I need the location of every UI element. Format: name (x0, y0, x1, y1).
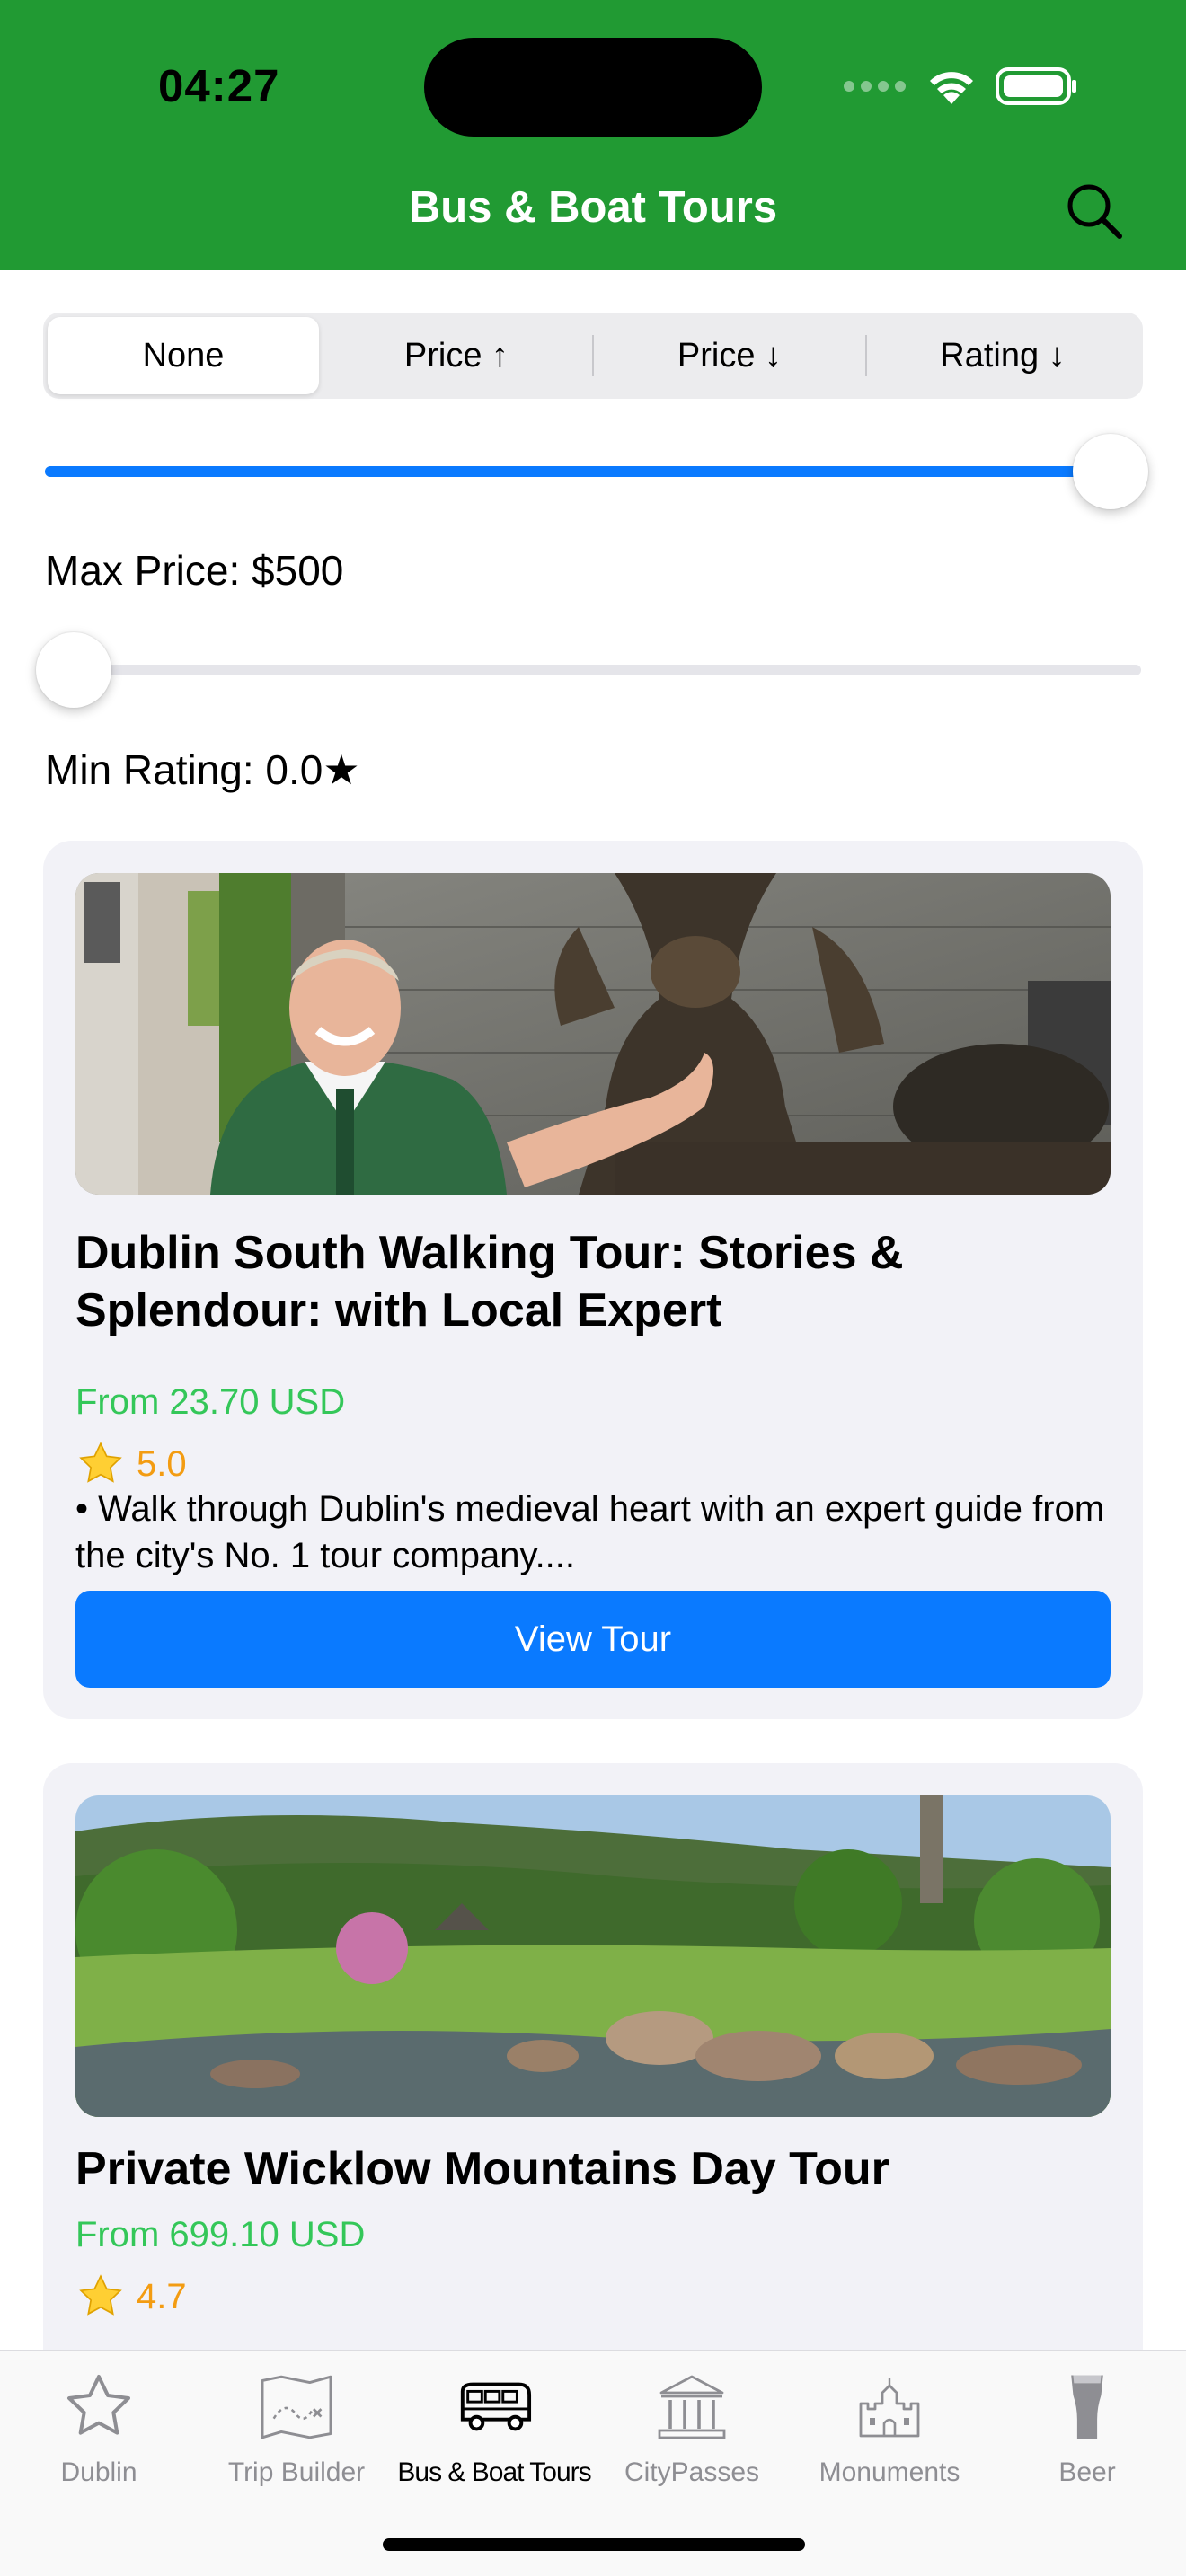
battery-icon (996, 67, 1076, 105)
star-icon (79, 2274, 122, 2316)
wifi-icon (930, 72, 973, 104)
tour-rating: 4.7 (75, 2273, 187, 2320)
sort-price-desc-segment[interactable]: Price ↓ (594, 317, 865, 394)
building-icon (658, 2375, 726, 2439)
tab-monuments[interactable]: Monuments (791, 2369, 988, 2488)
sort-none-segment[interactable]: None (48, 317, 319, 394)
tour-photo-statue (75, 873, 1111, 1195)
sort-price-asc-segment[interactable]: Price ↑ (321, 317, 592, 394)
star-icon (79, 1442, 122, 1483)
star-icon (67, 2375, 130, 2435)
sort-rating-desc-segment[interactable]: Rating ↓ (867, 317, 1138, 394)
slider-thumb[interactable] (1073, 434, 1148, 509)
beer-icon (1071, 2375, 1103, 2439)
max-price-label: Max Price: $500 (45, 547, 344, 594)
status-time: 04:27 (158, 60, 280, 111)
tab-label: Bus & Boat Tours (397, 2457, 591, 2487)
tab-label: Trip Builder (227, 2457, 366, 2487)
status-icons (843, 66, 1078, 106)
sort-segmented-control: None Price ↑ Price ↓ Rating ↓ (43, 313, 1143, 399)
tour-title: Dublin South Walking Tour: Stories & Spl… (75, 1227, 904, 1337)
tour-rating-value: 5.0 (137, 1443, 187, 1484)
home-indicator (383, 2538, 805, 2551)
min-rating-label: Min Rating: 0.0★ (45, 746, 360, 793)
tour-card: Private Wicklow Mountains Day Tour From … (43, 1763, 1143, 2392)
castle-icon (859, 2378, 920, 2438)
tour-image (75, 873, 1111, 1195)
tab-beer[interactable]: Beer (988, 2369, 1186, 2488)
tour-image (75, 1795, 1111, 2117)
tab-citypasses[interactable]: CityPasses (593, 2369, 791, 2488)
tour-price: From 23.70 USD (75, 1382, 346, 1422)
search-button[interactable] (1063, 180, 1126, 243)
tour-price: From 699.10 USD (75, 2215, 366, 2254)
tab-label: CityPasses (624, 2457, 760, 2487)
tab-label: Dublin (60, 2457, 137, 2487)
tab-bus-boat-tours[interactable]: Bus & Boat Tours (395, 2369, 593, 2488)
navigation-header: 04:27 Bus & Boat Tours (0, 0, 1186, 270)
tour-card: Dublin South Walking Tour: Stories & Spl… (43, 841, 1143, 1719)
tab-label: Beer (1058, 2457, 1116, 2487)
tour-description: • Walk through Dublin's medieval heart w… (75, 1489, 1105, 1575)
slider-fill (45, 466, 1111, 477)
page-title: Bus & Boat Tours (408, 183, 778, 232)
tour-rating: 5.0 (75, 1441, 187, 1487)
slider-thumb[interactable] (36, 632, 111, 708)
search-icon (1067, 184, 1122, 239)
tab-trip-builder[interactable]: Trip Builder (198, 2369, 395, 2488)
tour-rating-value: 4.7 (137, 2276, 187, 2316)
tab-dublin[interactable]: Dublin (0, 2369, 198, 2488)
view-tour-button[interactable]: View Tour (75, 1591, 1111, 1688)
tour-title: Private Wicklow Mountains Day Tour (75, 2143, 890, 2195)
bus-icon (460, 2382, 532, 2431)
dynamic-island (424, 38, 762, 137)
signal-icon (844, 81, 906, 92)
map-icon (261, 2375, 332, 2439)
min-rating-slider[interactable] (36, 632, 1141, 708)
max-price-slider[interactable] (45, 434, 1148, 509)
tour-photo-wicklow (75, 1795, 1111, 2117)
tab-label: Monuments (819, 2457, 960, 2487)
